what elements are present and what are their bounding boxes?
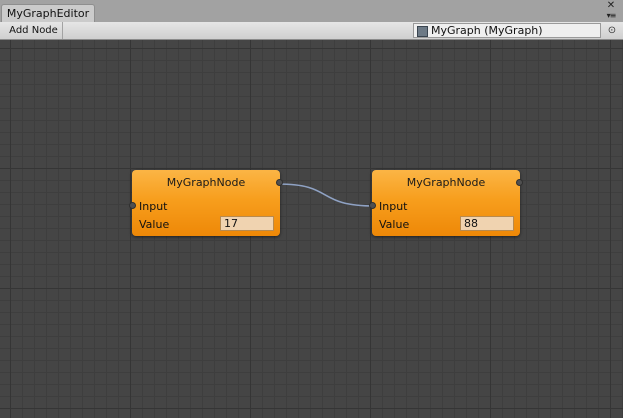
editor-tab[interactable]: MyGraphEditor [1,4,95,22]
value-label: Value [139,218,170,231]
graph-node[interactable]: MyGraphNode Input Value 88 [369,170,523,236]
value-label: Value [379,218,410,231]
output-port[interactable] [516,179,523,186]
graph-object-field[interactable]: MyGraph (MyGraph) [413,23,601,38]
input-label: Input [139,200,168,213]
graph-asset-icon [417,26,428,37]
connection-wire[interactable] [277,183,376,207]
window-titlebar: MyGraphEditor ✕ ▾≡ [0,0,623,23]
window-controls: ✕ ▾≡ [603,0,619,22]
value-field[interactable]: 17 [220,216,274,231]
graph-canvas[interactable]: MyGraphNode Input Value 17 MyGraphNode I… [0,40,623,418]
input-port[interactable] [369,202,376,209]
input-label: Input [379,200,408,213]
node-title: MyGraphNode [166,176,246,189]
graph-node[interactable]: MyGraphNode Input Value 17 [129,170,283,236]
value-field[interactable]: 88 [460,216,514,231]
add-node-button[interactable]: Add Node [5,22,63,39]
connection-layer [277,183,376,207]
close-icon[interactable]: ✕ [603,0,619,11]
node-title: MyGraphNode [406,176,486,189]
menu-icon[interactable]: ▾≡ [603,11,619,20]
object-picker-icon[interactable]: ⊙ [603,23,621,38]
toolbar: Add Node MyGraph (MyGraph) ⊙ [0,22,623,40]
graph-field-value: MyGraph (MyGraph) [431,24,543,37]
input-port[interactable] [129,202,136,209]
output-port[interactable] [276,179,283,186]
